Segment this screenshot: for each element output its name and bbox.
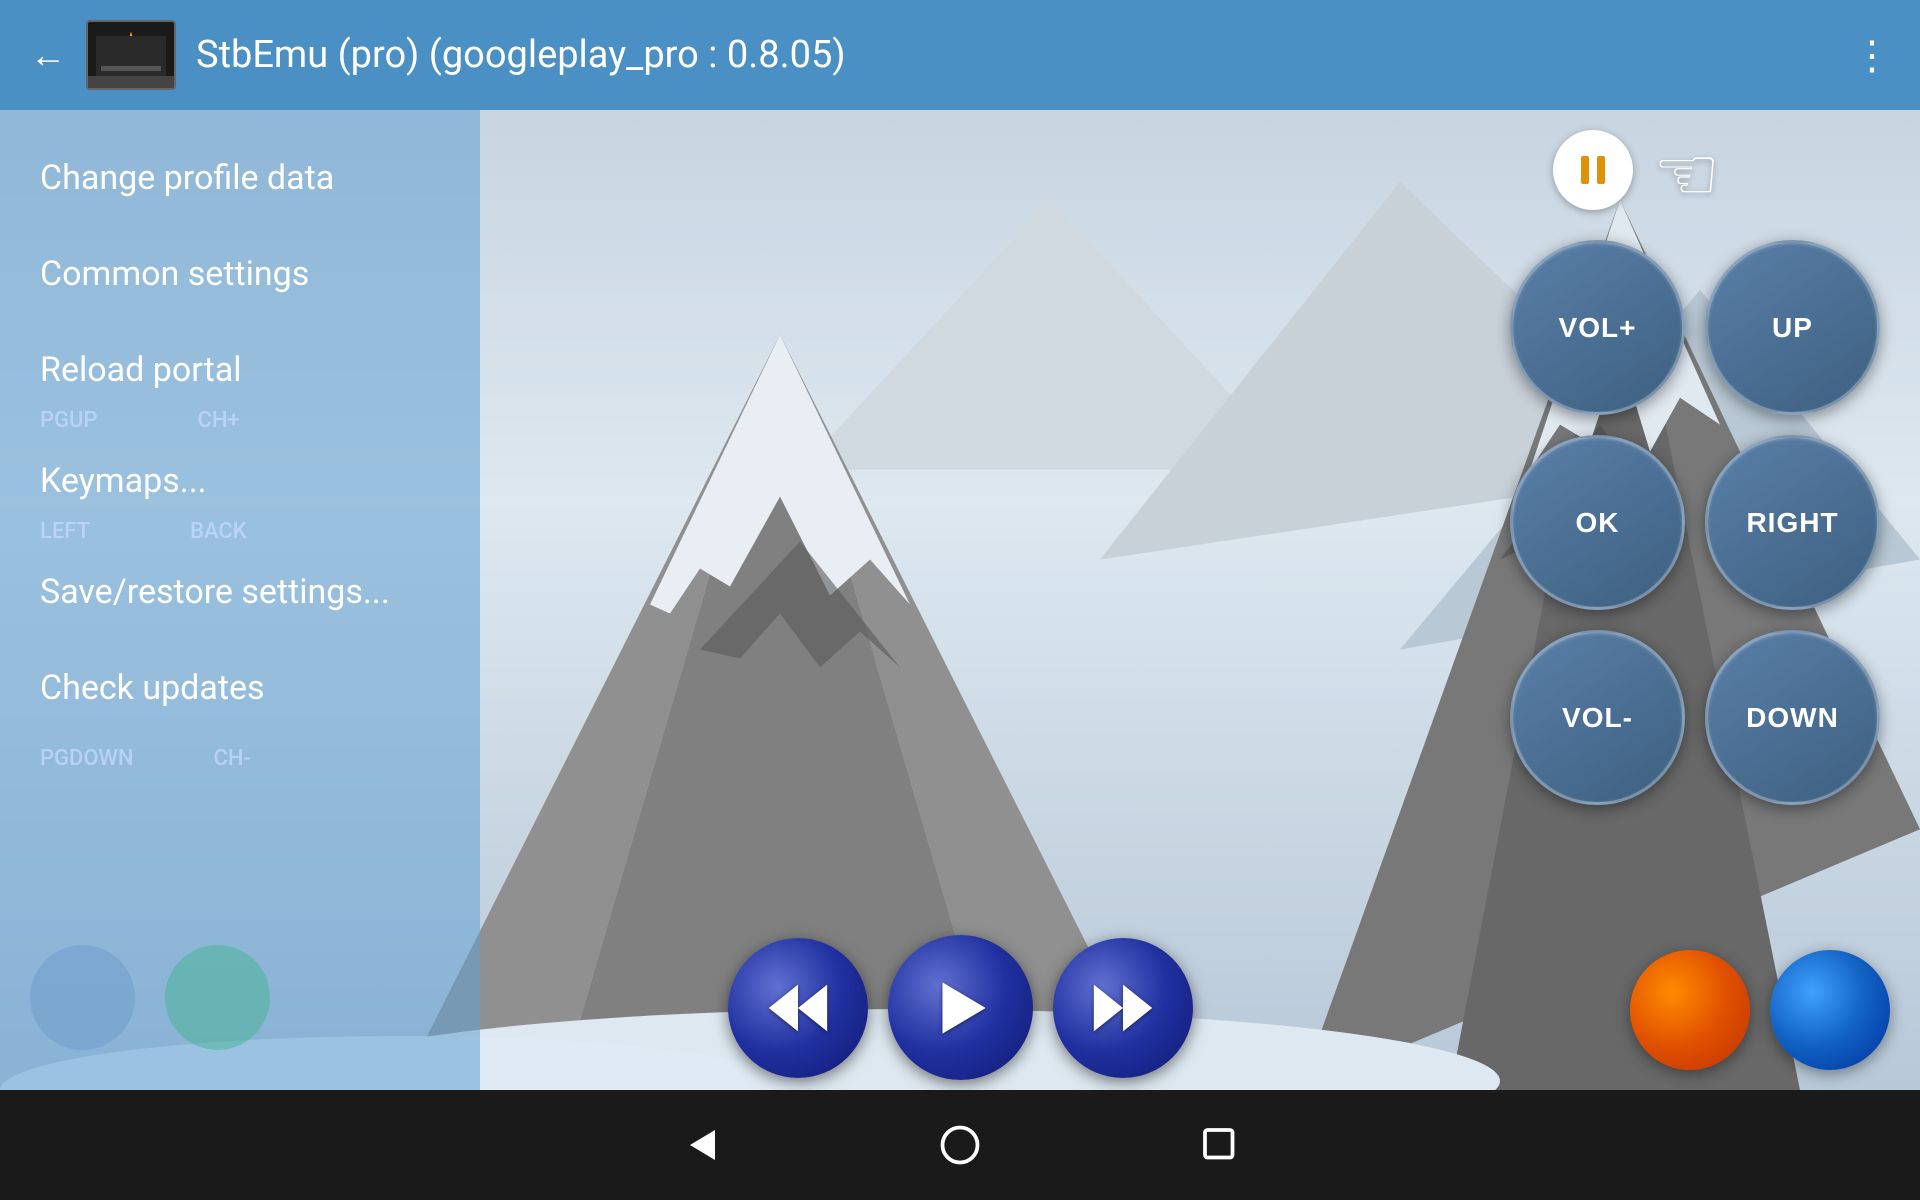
back-button[interactable]: ← bbox=[30, 34, 66, 76]
menu-item-keymaps[interactable]: Keymaps... bbox=[0, 433, 480, 529]
vol-plus-button[interactable]: VOL+ bbox=[1510, 240, 1685, 415]
play-button[interactable] bbox=[888, 935, 1033, 1080]
keymap-row-bot: PGDOWN CH- bbox=[0, 746, 480, 771]
app-title: StbEmu (pro) (googleplay_pro : 0.8.05) bbox=[196, 33, 1852, 77]
pause-button[interactable] bbox=[1553, 130, 1633, 210]
menu-item-common-settings[interactable]: Common settings bbox=[0, 226, 480, 322]
blue-button[interactable] bbox=[1770, 950, 1890, 1070]
rewind-icon bbox=[763, 973, 833, 1043]
keymap-row-top: PGUP CH+ bbox=[0, 408, 480, 433]
hand-cursor-icon: ☞ bbox=[1653, 130, 1720, 219]
ok-button[interactable]: OK bbox=[1510, 435, 1685, 610]
keymap-row-mid: LEFT BACK bbox=[0, 519, 480, 544]
right-button[interactable]: RIGHT bbox=[1705, 435, 1880, 610]
android-home-icon bbox=[935, 1120, 985, 1170]
orange-button[interactable] bbox=[1630, 950, 1750, 1070]
android-recent-button[interactable] bbox=[1190, 1115, 1250, 1175]
menu-item-change-profile[interactable]: Change profile data bbox=[0, 130, 480, 226]
pause-icon bbox=[1573, 150, 1613, 190]
title-bar: ← ★ StbEmu (pro) (googleplay_pro : 0.8.0… bbox=[0, 0, 1920, 110]
color-buttons bbox=[1630, 950, 1890, 1070]
up-button[interactable]: UP bbox=[1705, 240, 1880, 415]
pgdown-label: PGDOWN bbox=[40, 746, 134, 771]
pause-area: ☞ bbox=[1493, 130, 1720, 219]
android-back-icon bbox=[675, 1120, 725, 1170]
android-recent-icon bbox=[1195, 1120, 1245, 1170]
vol-minus-button[interactable]: VOL- bbox=[1510, 630, 1685, 805]
fastforward-button[interactable] bbox=[1053, 938, 1193, 1078]
menu-item-reload-portal[interactable]: Reload portal bbox=[0, 322, 480, 418]
left-label: LEFT bbox=[40, 519, 90, 544]
nav-grid: VOL+ UP OK RIGHT VOL- DOWN bbox=[1510, 240, 1880, 805]
rewind-button[interactable] bbox=[728, 938, 868, 1078]
pgup-label: PGUP bbox=[40, 408, 97, 433]
nav-buttons: VOL+ UP OK RIGHT VOL- DOWN bbox=[1510, 230, 1880, 805]
menu-item-save-restore[interactable]: Save/restore settings... bbox=[0, 544, 480, 640]
android-back-button[interactable] bbox=[670, 1115, 730, 1175]
play-icon bbox=[925, 973, 995, 1043]
menu-item-check-updates[interactable]: Check updates bbox=[0, 640, 480, 736]
android-nav-bar bbox=[0, 1090, 1920, 1200]
app-icon: ★ bbox=[86, 20, 176, 90]
fastforward-icon bbox=[1088, 973, 1158, 1043]
chminus-label: CH- bbox=[214, 746, 251, 771]
chplus-label: CH+ bbox=[197, 408, 239, 433]
more-menu-button[interactable]: ⋮ bbox=[1852, 32, 1890, 79]
down-button[interactable]: DOWN bbox=[1705, 630, 1880, 805]
back-label: BACK bbox=[190, 519, 247, 544]
android-home-button[interactable] bbox=[930, 1115, 990, 1175]
